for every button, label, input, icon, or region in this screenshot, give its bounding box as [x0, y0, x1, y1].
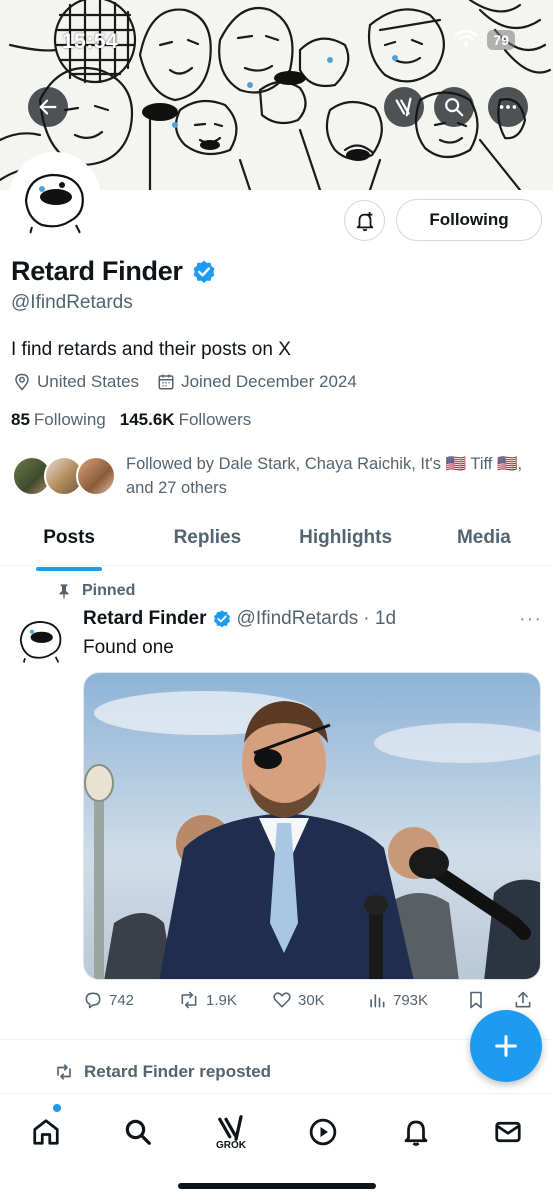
post-author-name[interactable]: Retard Finder: [83, 608, 207, 630]
home-indicator-bar: [178, 1183, 376, 1189]
reposted-label: Retard Finder reposted: [84, 1062, 272, 1081]
status-icons: 79: [453, 30, 515, 50]
grok-button[interactable]: [384, 87, 424, 127]
followers-count: 145.6K: [119, 410, 175, 429]
home-unread-dot: [53, 1104, 61, 1112]
reply-icon: [85, 992, 101, 1009]
display-name: Retard Finder: [11, 256, 183, 286]
post-header: Retard Finder @IfindRetards · 1d: [83, 608, 396, 630]
following-label: Following: [33, 410, 106, 429]
nav-notifications[interactable]: [396, 1112, 436, 1152]
compose-button[interactable]: [470, 1010, 542, 1082]
avatar-drawing: [12, 155, 98, 241]
nav-messages[interactable]: [488, 1112, 528, 1152]
post-media-image[interactable]: [83, 672, 541, 980]
repost-button[interactable]: 1.9K: [178, 990, 272, 1010]
followed-by-section[interactable]: Followed by Dale Stark, Chaya Raichik, I…: [12, 452, 536, 500]
profile-name-row: Retard Finder: [11, 256, 217, 287]
profile-handle: @IfindRetards: [11, 292, 133, 313]
share-icon: [515, 991, 531, 1008]
messages-icon: [495, 1121, 521, 1143]
following-button[interactable]: Following: [396, 199, 542, 241]
battery-indicator: 79: [487, 30, 515, 50]
followed-by-text: Followed by Dale Stark, Chaya Raichik, I…: [126, 455, 523, 497]
video-icon: [309, 1118, 337, 1146]
search-button[interactable]: [434, 87, 474, 127]
grok-label: GROK: [216, 1139, 246, 1151]
follower-avatar: [76, 456, 116, 496]
nav-grok[interactable]: GROK: [211, 1112, 251, 1152]
notifications-icon: [404, 1120, 428, 1146]
profile-tabs: Posts Replies Highlights Media: [0, 518, 553, 566]
search-icon: [125, 1119, 151, 1145]
profile-meta: United States Joined December 2024: [13, 372, 375, 392]
post-more-button[interactable]: ···: [519, 608, 542, 631]
join-date: Joined December 2024: [157, 372, 357, 392]
more-icon: [499, 105, 517, 109]
like-count: 30K: [298, 991, 325, 1009]
verified-badge-icon[interactable]: [191, 259, 217, 285]
bookmark-button[interactable]: [467, 990, 513, 1010]
views-count: 793K: [393, 991, 429, 1009]
verified-badge-icon: [213, 610, 230, 628]
calendar-icon: [158, 374, 174, 390]
tab-replies[interactable]: Replies: [138, 518, 276, 565]
nav-search[interactable]: [118, 1112, 158, 1152]
followers-label: Followers: [178, 410, 252, 429]
tab-highlights[interactable]: Highlights: [277, 518, 415, 565]
search-icon: [445, 98, 464, 117]
following-link[interactable]: 85 Following: [11, 410, 106, 430]
bookmark-icon: [470, 991, 482, 1009]
grok-icon: [395, 97, 412, 117]
location: United States: [13, 372, 139, 392]
plus-icon: [495, 1035, 517, 1057]
post-text: Found one: [83, 637, 174, 658]
status-time: 15:54: [62, 30, 119, 53]
pinned-indicator: Pinned: [56, 582, 135, 600]
notify-button[interactable]: [344, 200, 385, 241]
wifi-icon: [454, 30, 479, 47]
join-date-text: Joined December 2024: [181, 372, 357, 391]
tab-posts[interactable]: Posts: [0, 518, 138, 565]
followers-link[interactable]: 145.6K Followers: [120, 410, 252, 430]
post-photo: [84, 673, 540, 979]
repost-count: 1.9K: [206, 991, 237, 1009]
nav-home[interactable]: [26, 1112, 66, 1152]
heart-icon: [273, 992, 291, 1008]
avatar-drawing: [11, 608, 71, 668]
views-chart-icon: [370, 994, 385, 1008]
post-actions: 742 1.9K 30K 793K: [83, 990, 543, 1010]
back-arrow-icon: [39, 99, 57, 115]
pin-icon: [59, 584, 69, 599]
more-button[interactable]: [488, 87, 528, 127]
bell-plus-icon: [356, 211, 373, 231]
like-button[interactable]: 30K: [272, 990, 367, 1010]
tab-media[interactable]: Media: [415, 518, 553, 565]
location-pin-icon: [15, 373, 29, 391]
post-time: · 1d: [363, 608, 397, 629]
reply-button[interactable]: 742: [83, 990, 178, 1010]
location-text: United States: [37, 372, 140, 391]
back-button[interactable]: [28, 87, 68, 127]
share-button[interactable]: [513, 990, 533, 1010]
nav-video[interactable]: [303, 1112, 343, 1152]
reposted-indicator: Retard Finder reposted: [54, 1062, 271, 1082]
home-icon: [33, 1119, 59, 1145]
reply-count: 742: [109, 991, 135, 1009]
profile-bio: I find retards and their posts on X: [11, 339, 291, 360]
repost-icon: [57, 1064, 71, 1080]
follow-counts: 85 Following 145.6K Followers: [11, 410, 251, 430]
repost-icon: [181, 991, 197, 1009]
post-author-handle[interactable]: @IfindRetards: [237, 608, 359, 630]
grok-icon: [218, 1114, 243, 1141]
profile-avatar[interactable]: [9, 152, 101, 244]
views-button[interactable]: 793K: [367, 990, 467, 1010]
pinned-label: Pinned: [82, 582, 136, 599]
following-count: 85: [11, 410, 30, 429]
post-author-avatar[interactable]: [11, 608, 71, 668]
followed-by-avatars: [12, 452, 116, 500]
